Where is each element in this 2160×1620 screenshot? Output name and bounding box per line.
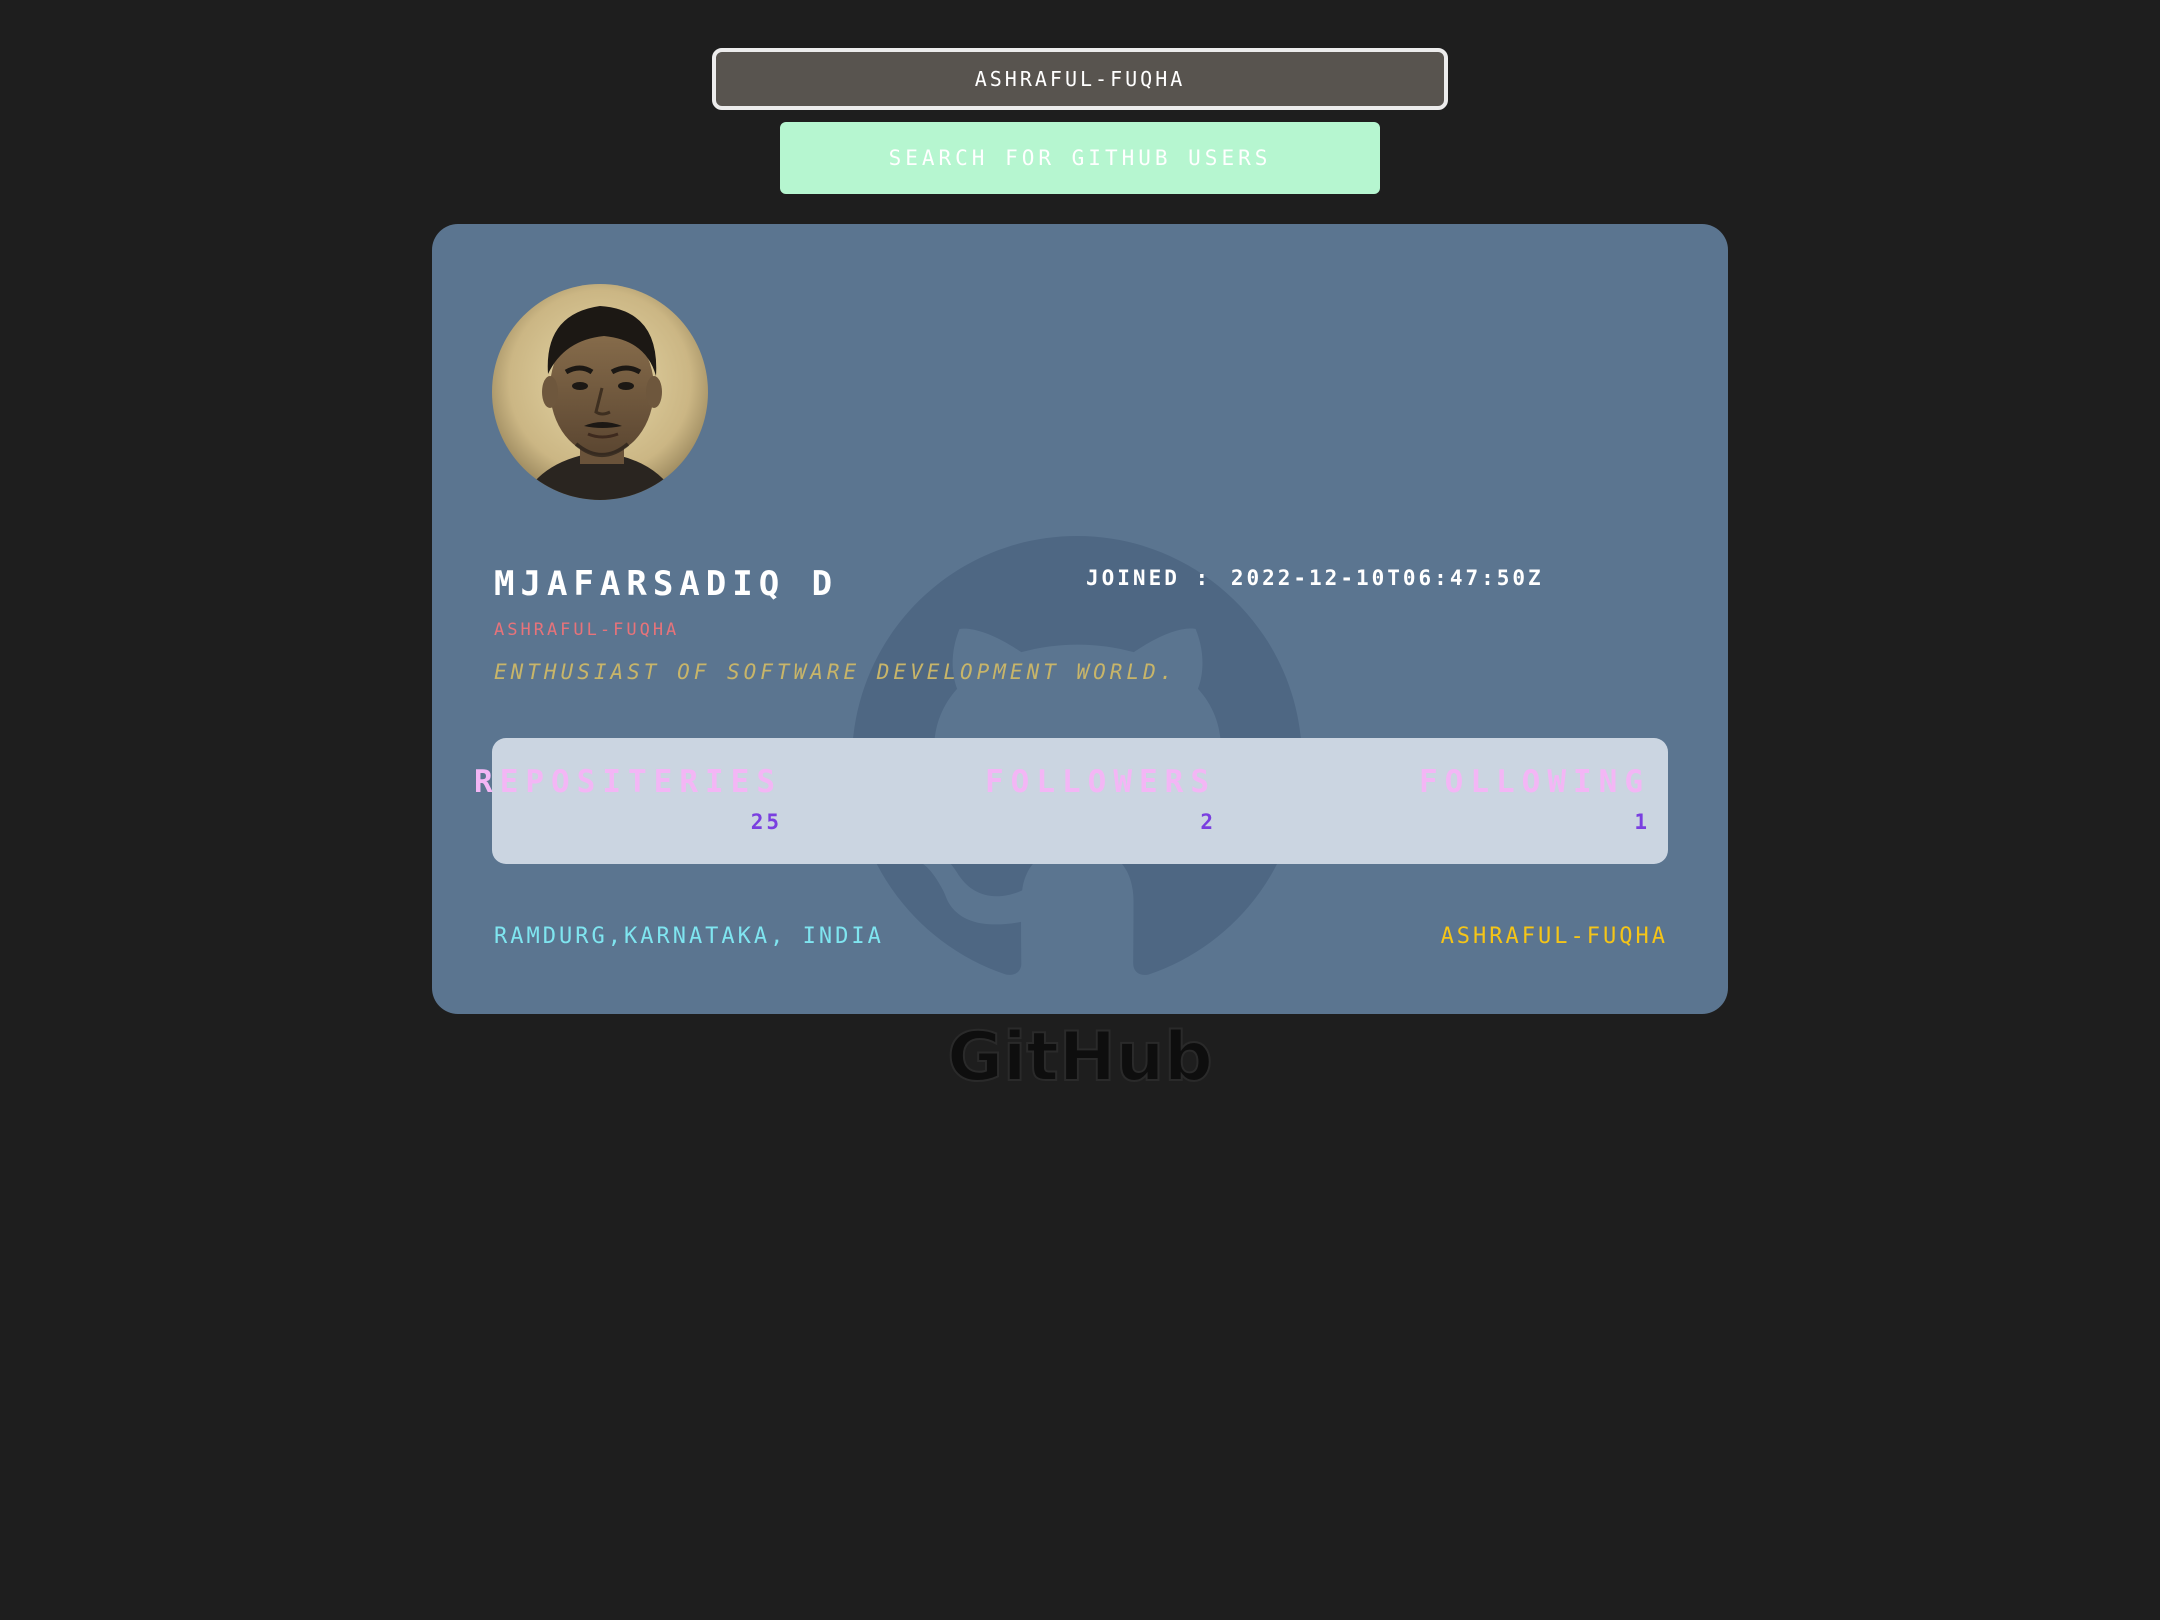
- joined-date: JOINED : 2022-12-10T06:47:50Z: [1086, 566, 1544, 590]
- user-bio: Enthusiast of software development world…: [494, 660, 1177, 684]
- stat-repositories-value: 25: [750, 810, 782, 834]
- page: Search for GitHub Users: [0, 0, 2160, 1620]
- stat-followers-value: 2: [1200, 810, 1216, 834]
- joined-label: JOINED :: [1086, 566, 1212, 590]
- stat-following-label: Following: [1419, 764, 1650, 800]
- github-logo-text: GitHub: [947, 1018, 1213, 1097]
- username-search-input[interactable]: [712, 48, 1448, 110]
- stat-repositories: Repositeries 25: [474, 764, 782, 834]
- user-avatar: [492, 284, 708, 500]
- stat-followers: Followers 2: [985, 764, 1216, 834]
- stat-followers-label: Followers: [985, 764, 1216, 800]
- github-wordmark-logo: GitHub: [946, 1017, 1214, 1098]
- profile-card: MJAFARSADIQ D JOINED : 2022-12-10T06:47:…: [432, 224, 1728, 1014]
- search-github-users-button[interactable]: Search for GitHub Users: [780, 122, 1380, 194]
- github-profile-link[interactable]: ashraful-fuqha: [1441, 924, 1668, 949]
- avatar-photo: [492, 284, 708, 500]
- user-display-name: MJAFARSADIQ D: [494, 564, 839, 604]
- joined-date-value: 2022-12-10T06:47:50Z: [1230, 566, 1544, 590]
- stat-following: Following 1: [1419, 764, 1650, 834]
- stat-repositories-label: Repositeries: [474, 764, 782, 800]
- user-location: Ramdurg,Karnataka, India: [494, 924, 884, 949]
- stats-panel: Repositeries 25 Followers 2 Following 1: [474, 738, 1668, 864]
- user-login: ashraful-fuqha: [494, 620, 680, 640]
- stat-following-value: 1: [1634, 810, 1650, 834]
